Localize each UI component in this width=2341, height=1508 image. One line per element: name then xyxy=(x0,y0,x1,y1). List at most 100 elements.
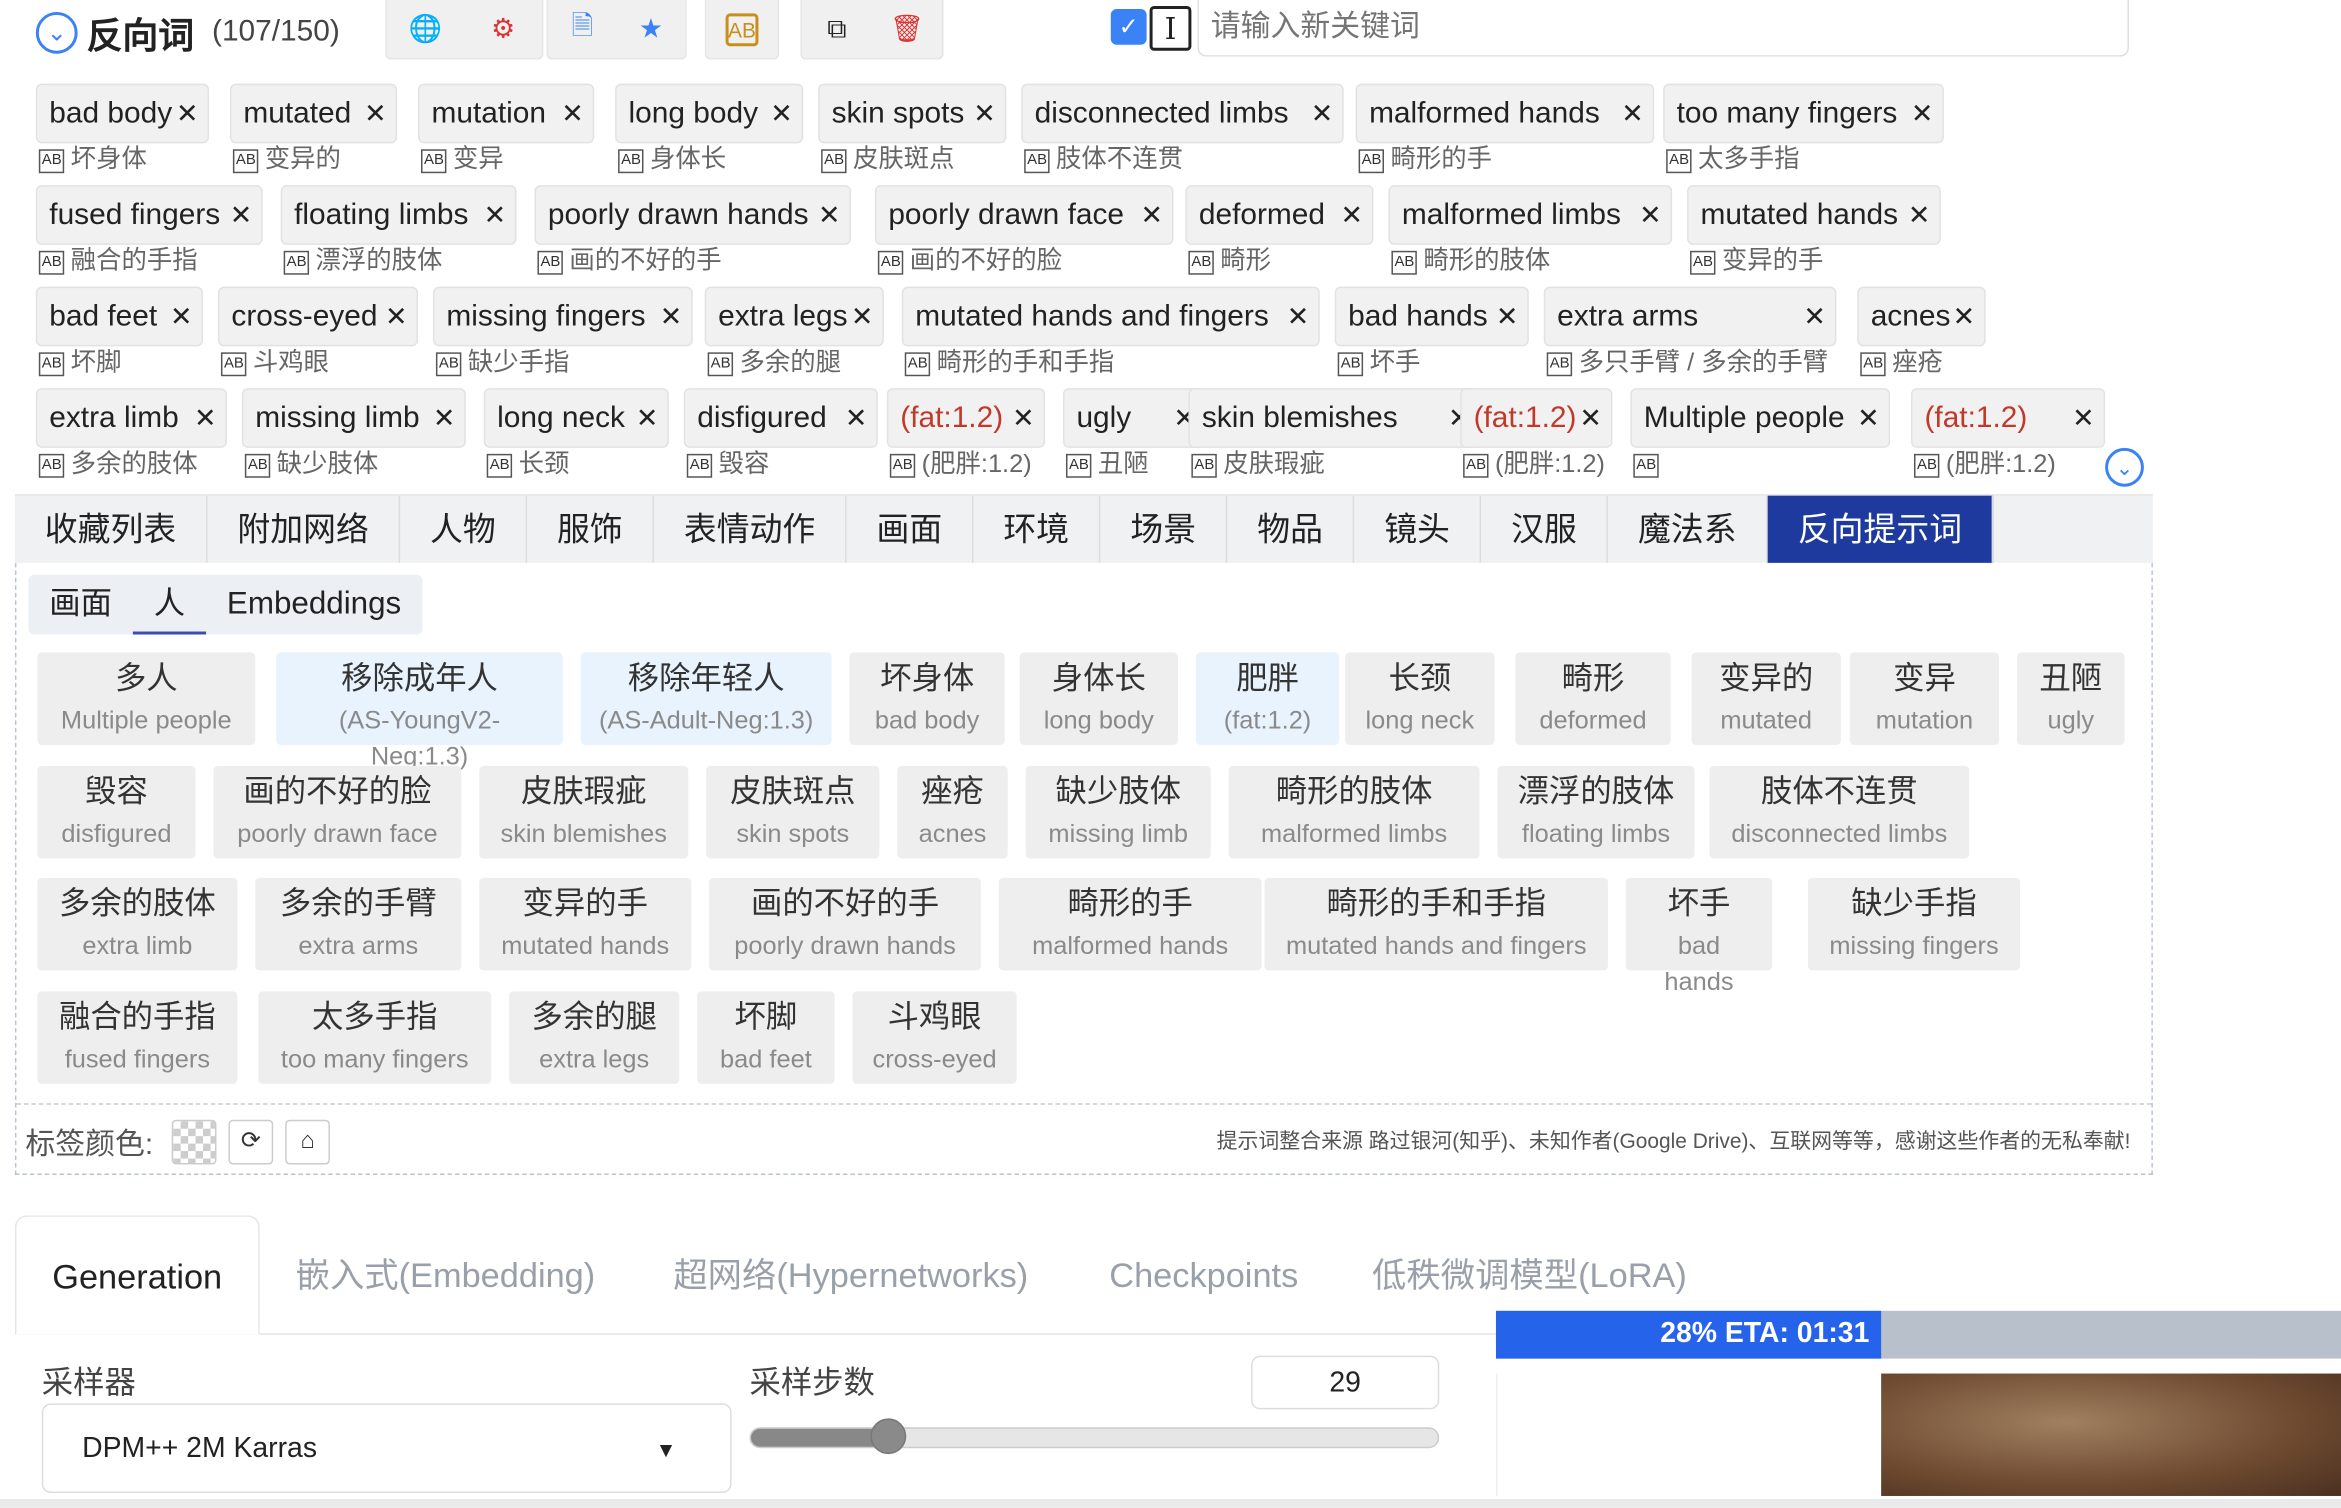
tag-chip[interactable]: disconnected limbs ✕ xyxy=(1021,83,1344,144)
tag-chip[interactable]: poorly drawn hands ✕ xyxy=(534,185,851,245)
tag-chip[interactable]: bad hands ✕ xyxy=(1334,286,1529,347)
remove-tag-icon[interactable]: ✕ xyxy=(1311,85,1334,142)
category-tab[interactable]: 服饰 xyxy=(527,495,655,563)
history-doc-icon[interactable]: 🗎 xyxy=(564,10,600,47)
prompt-button[interactable]: 多余的腿 extra legs xyxy=(509,991,680,1084)
tag-translation[interactable]: AB 斗鸡眼 xyxy=(220,346,329,379)
tag-chip[interactable]: deformed ✕ xyxy=(1185,185,1374,245)
tag-translation[interactable]: AB 皮肤斑点 xyxy=(821,143,955,176)
tag-translation[interactable]: AB 变异的 xyxy=(232,143,341,176)
steps-slider[interactable] xyxy=(749,1418,1440,1455)
tag-translation[interactable]: AB 画的不好的手 xyxy=(537,245,722,278)
tag-translation[interactable]: AB 畸形的肢体 xyxy=(1391,245,1550,278)
tag-chip[interactable]: long body ✕ xyxy=(615,83,804,144)
tag-chip[interactable]: extra arms ✕ xyxy=(1543,286,1837,347)
tag-translation[interactable]: AB 长颈 xyxy=(486,448,569,481)
tag-translation[interactable]: AB (肥胖:1.2) xyxy=(889,448,1032,481)
tag-chip[interactable]: cross-eyed ✕ xyxy=(217,286,419,347)
prompt-button[interactable]: 斗鸡眼 cross-eyed xyxy=(852,991,1017,1084)
cake-icon[interactable]: ⌂ xyxy=(285,1119,330,1165)
remove-tag-icon[interactable]: ✕ xyxy=(1857,390,1880,447)
prompt-button[interactable]: 畸形 deformed xyxy=(1515,652,1671,745)
tag-translation[interactable]: AB 畸形的手 xyxy=(1358,143,1492,176)
tag-chip[interactable]: skin blemishes✕ xyxy=(1188,388,1482,448)
tag-translation[interactable]: AB 坏手 xyxy=(1337,346,1420,379)
sub-tab[interactable]: 人 xyxy=(132,575,207,635)
prompt-button[interactable]: 变异的 mutated xyxy=(1691,652,1841,745)
remove-tag-icon[interactable]: ✕ xyxy=(1579,390,1602,447)
collapse-chevron-icon[interactable]: ⌄ xyxy=(35,11,78,54)
prompt-button[interactable]: 变异的手 mutated hands xyxy=(479,877,692,971)
prompt-button[interactable]: 畸形的手和手指 mutated hands and fingers xyxy=(1264,877,1608,971)
tag-chip[interactable]: (fat:1.2) ✕ xyxy=(1460,388,1613,448)
prompt-button[interactable]: 坏脚 bad feet xyxy=(697,991,835,1084)
slider-thumb[interactable] xyxy=(870,1418,907,1455)
tag-translation[interactable]: AB 多余的肢体 xyxy=(38,448,198,481)
category-tab[interactable]: 环境 xyxy=(974,495,1101,563)
remove-tag-icon[interactable]: ✕ xyxy=(1287,288,1310,345)
remove-tag-icon[interactable]: ✕ xyxy=(1639,187,1662,244)
tag-chip[interactable]: malformed limbs ✕ xyxy=(1388,185,1673,245)
prompt-button[interactable]: 多余的肢体 extra limb xyxy=(37,877,238,971)
remove-tag-icon[interactable]: ✕ xyxy=(561,85,584,142)
gear-icon[interactable]: ⚙ xyxy=(485,11,521,47)
prompt-button[interactable]: 缺少肢体 missing limb xyxy=(1025,765,1211,859)
tag-chip[interactable]: missing fingers ✕ xyxy=(432,286,693,347)
tag-translation[interactable]: AB 身体长 xyxy=(618,143,726,176)
prompt-button[interactable]: 皮肤斑点 skin spots xyxy=(706,765,880,859)
remove-tag-icon[interactable]: ✕ xyxy=(1953,288,1976,345)
tag-chip[interactable]: extra legs ✕ xyxy=(704,286,884,347)
category-tab[interactable]: 人物 xyxy=(400,495,528,563)
remove-tag-icon[interactable]: ✕ xyxy=(176,85,199,142)
prompt-button[interactable]: 漂浮的肢体 floating limbs xyxy=(1497,765,1695,859)
tag-chip[interactable]: bad feet ✕ xyxy=(35,286,204,347)
copy-icon[interactable]: ⧉ xyxy=(819,11,855,47)
tag-translation[interactable]: AB 坏脚 xyxy=(38,346,121,379)
generation-tab[interactable]: Generation xyxy=(14,1215,260,1335)
prompt-button[interactable]: 肢体不连贯 disconnected limbs xyxy=(1709,765,1970,859)
prompt-button[interactable]: 多余的手臂 extra arms xyxy=(255,877,462,971)
sub-tab[interactable]: Embeddings xyxy=(206,575,422,635)
tag-translation[interactable]: AB 缺少肢体 xyxy=(244,448,378,481)
remove-tag-icon[interactable]: ✕ xyxy=(194,390,217,447)
tag-chip[interactable]: skin spots ✕ xyxy=(818,83,1007,144)
tag-translation[interactable]: AB xyxy=(1633,448,1665,481)
tag-chip[interactable]: ugly ✕ xyxy=(1063,388,1207,448)
tag-translation[interactable]: AB 多只手臂 / 多余的手臂 xyxy=(1546,346,1828,379)
remove-tag-icon[interactable]: ✕ xyxy=(1621,85,1644,142)
tag-translation[interactable]: AB 画的不好的脸 xyxy=(877,245,1062,278)
remove-tag-icon[interactable]: ✕ xyxy=(636,390,659,447)
prompt-button[interactable]: 融合的手指 fused fingers xyxy=(37,991,238,1084)
remove-tag-icon[interactable]: ✕ xyxy=(1341,187,1364,244)
tag-chip[interactable]: disfigured ✕ xyxy=(683,388,878,448)
bookmark-icon[interactable]: ★ xyxy=(633,11,669,47)
prompt-button[interactable]: 痤疮 acnes xyxy=(897,765,1008,859)
tag-translation[interactable]: AB 漂浮的肢体 xyxy=(283,245,442,278)
prompt-button[interactable]: 缺少手指 missing fingers xyxy=(1807,877,2021,971)
category-tab[interactable]: 附加网络 xyxy=(208,495,401,563)
remove-tag-icon[interactable]: ✕ xyxy=(385,288,408,345)
tag-chip[interactable]: missing limb ✕ xyxy=(241,388,466,448)
prompt-button[interactable]: 丑陋 ugly xyxy=(2017,652,2125,745)
tag-chip[interactable]: mutated hands ✕ xyxy=(1687,185,1941,245)
tag-chip[interactable]: mutated hands and fingers ✕ xyxy=(901,286,1320,347)
category-tab[interactable]: 反向提示词 xyxy=(1767,495,1994,563)
tag-translation[interactable]: AB 变异的手 xyxy=(1690,245,1823,278)
tag-translation[interactable]: AB (肥胖:1.2) xyxy=(1463,448,1605,481)
category-tab[interactable]: 魔法系 xyxy=(1608,495,1768,563)
category-tab[interactable]: 汉服 xyxy=(1481,495,1609,563)
steps-number-input[interactable]: 29 xyxy=(1251,1355,1440,1410)
remove-tag-icon[interactable]: ✕ xyxy=(770,85,793,142)
prompt-button[interactable]: 移除成年人 (AS-YoungV2-Neg:1.3) xyxy=(276,652,563,770)
tag-chip[interactable]: Multiple people ✕ xyxy=(1630,388,1891,448)
category-tab[interactable]: 镜头 xyxy=(1354,495,1482,563)
category-tab[interactable]: 场景 xyxy=(1100,495,1228,563)
tag-chip[interactable]: poorly drawn face ✕ xyxy=(874,185,1174,245)
remove-tag-icon[interactable]: ✕ xyxy=(230,187,253,244)
prompt-button[interactable]: 画的不好的脸 poorly drawn face xyxy=(213,765,462,859)
refresh-icon[interactable]: ⟳ xyxy=(228,1119,274,1165)
keyword-input[interactable] xyxy=(1197,0,2129,57)
header-title-group[interactable]: ⌄ 反向词 (107/150) xyxy=(35,6,340,58)
tag-chip[interactable]: too many fingers ✕ xyxy=(1663,83,1944,144)
sampler-select[interactable]: DPM++ 2M Karras ▼ xyxy=(41,1403,732,1493)
